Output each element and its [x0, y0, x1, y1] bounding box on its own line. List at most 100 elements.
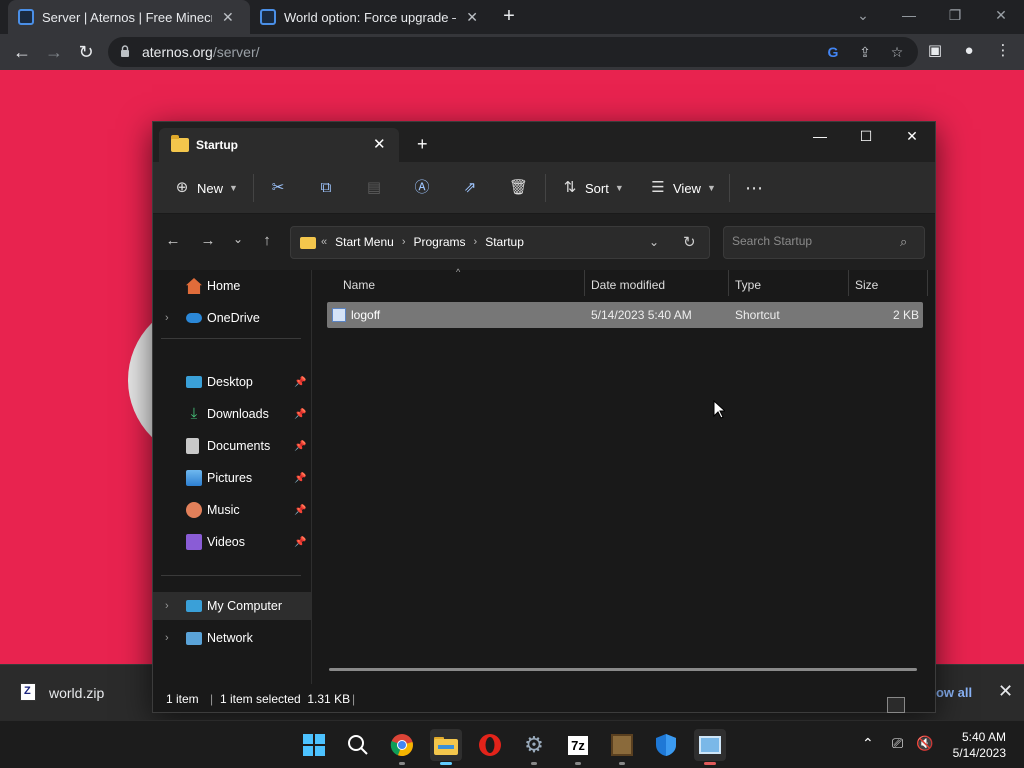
expand-chevron-icon[interactable]: › — [165, 600, 169, 612]
network-status-icon[interactable]: ⎚ — [892, 735, 903, 752]
explorer-close-button[interactable]: ✕ — [889, 122, 935, 152]
taskbar-minecraft[interactable] — [606, 729, 638, 765]
recent-locations-chevron-icon[interactable]: ⌄ — [228, 232, 248, 246]
large-icons-view-icon[interactable] — [887, 697, 905, 713]
restore-button[interactable]: ❐ — [932, 0, 978, 34]
shield-icon — [656, 734, 676, 756]
nav-item-music[interactable]: Music 📌 — [153, 496, 311, 524]
view-button[interactable]: ☰ View ▼ — [649, 176, 716, 200]
expand-chevron-icon[interactable]: › — [165, 632, 169, 644]
taskbar-7zip[interactable]: 7z — [562, 729, 594, 765]
tab-search-icon[interactable]: ⌄ — [840, 0, 886, 34]
pin-icon[interactable]: 📌 — [294, 473, 306, 484]
show-hidden-icons-chevron-icon[interactable]: ⌃ — [862, 735, 874, 752]
taskbar-opera[interactable] — [474, 729, 506, 761]
column-divider[interactable] — [848, 270, 849, 296]
taskbar-remote-app[interactable] — [694, 729, 726, 765]
column-header-date-modified[interactable]: Date modified — [591, 270, 665, 300]
horizontal-scrollbar[interactable] — [329, 668, 917, 671]
taskbar-search-button[interactable] — [342, 729, 374, 761]
column-header-type[interactable]: Type — [735, 270, 761, 300]
start-button[interactable] — [298, 729, 330, 761]
sort-button[interactable]: ⇅ Sort ▼ — [561, 176, 624, 200]
pane-divider[interactable] — [311, 270, 312, 684]
nav-item-my-computer[interactable]: › My Computer — [153, 592, 311, 620]
explorer-minimize-button[interactable]: — — [797, 122, 843, 152]
chevron-right-icon[interactable]: › — [474, 236, 478, 248]
nav-label: My Computer — [207, 599, 283, 613]
cut-button[interactable]: ✂ — [269, 176, 287, 200]
delete-button[interactable]: 🗑 — [509, 176, 528, 200]
breadcrumb-overflow[interactable]: « — [321, 236, 327, 248]
nav-item-network[interactable]: › Network — [153, 624, 311, 652]
forward-arrow-icon[interactable]: → — [198, 232, 218, 249]
explorer-search-box[interactable]: ⌕ — [723, 226, 925, 259]
up-arrow-icon[interactable]: ↑ — [257, 232, 277, 249]
pin-icon[interactable]: 📌 — [294, 505, 306, 516]
column-divider[interactable] — [927, 270, 928, 296]
share-button[interactable]: ⇗ — [461, 176, 479, 200]
close-window-button[interactable]: ✕ — [978, 0, 1024, 34]
profile-icon[interactable]: ● — [958, 40, 980, 62]
nav-item-onedrive[interactable]: › OneDrive — [153, 304, 311, 332]
back-button[interactable]: ← — [10, 40, 34, 64]
close-download-bar-icon[interactable]: ✕ — [998, 681, 1013, 702]
pin-icon[interactable]: 📌 — [294, 441, 306, 452]
share-icon[interactable]: ⇪ — [856, 43, 874, 61]
google-lens-icon[interactable]: G — [824, 43, 842, 61]
volume-muted-icon[interactable]: 🔇 — [916, 735, 933, 752]
copy-button[interactable]: ⧉ — [317, 176, 335, 200]
explorer-address-row: ← → ⌄ ↑ « Start Menu › Programs › Startu… — [153, 214, 935, 270]
explorer-new-tab-button[interactable]: + — [417, 134, 428, 155]
back-arrow-icon[interactable]: ← — [163, 232, 183, 249]
nav-item-desktop[interactable]: Desktop 📌 — [153, 368, 311, 396]
bookmark-star-icon[interactable]: ☆ — [888, 43, 906, 61]
taskbar-settings[interactable]: ⚙ — [518, 729, 550, 765]
paste-button[interactable]: ▤ — [365, 176, 383, 200]
system-clock[interactable]: 5:40 AM 5/14/2023 — [946, 729, 1006, 761]
nav-item-videos[interactable]: Videos 📌 — [153, 528, 311, 556]
address-dropdown-icon[interactable]: ⌄ — [649, 235, 659, 249]
menu-kebab-icon[interactable]: ⋮ — [992, 40, 1014, 62]
pin-icon[interactable]: 📌 — [294, 377, 306, 388]
side-panel-icon[interactable]: ▣ — [924, 40, 946, 62]
close-icon[interactable]: ✕ — [222, 9, 234, 26]
explorer-maximize-button[interactable]: ☐ — [843, 122, 889, 152]
address-bar[interactable]: aternos.org/server/ G ⇪ ☆ — [108, 37, 918, 67]
refresh-icon[interactable]: ↻ — [683, 233, 696, 251]
reload-button[interactable]: ↻ — [74, 40, 98, 64]
close-tab-icon[interactable]: ✕ — [373, 135, 386, 153]
breadcrumb-programs[interactable]: Programs — [414, 235, 466, 249]
search-input[interactable] — [732, 234, 892, 248]
column-header-name[interactable]: Name — [343, 270, 375, 300]
nav-item-downloads[interactable]: ⤓ Downloads 📌 — [153, 400, 311, 428]
taskbar-chrome[interactable] — [386, 729, 418, 765]
taskbar-file-explorer[interactable] — [430, 729, 462, 765]
column-header-size[interactable]: Size — [855, 270, 878, 300]
nav-item-documents[interactable]: Documents 📌 — [153, 432, 311, 460]
close-icon[interactable]: ✕ — [466, 9, 478, 26]
nav-item-home[interactable]: Home — [153, 272, 311, 300]
forward-button[interactable]: → — [42, 40, 66, 64]
breadcrumb-start-menu[interactable]: Start Menu — [335, 235, 394, 249]
rename-button[interactable]: Ⓐ — [413, 176, 431, 200]
browser-tab-aternos-server[interactable]: Server | Aternos | Free Minecraft ✕ — [8, 0, 250, 34]
expand-chevron-icon[interactable]: › — [165, 312, 169, 324]
chevron-right-icon[interactable]: › — [402, 236, 406, 248]
pin-icon[interactable]: 📌 — [294, 409, 306, 420]
taskbar-windows-security[interactable] — [650, 729, 682, 761]
column-divider[interactable] — [728, 270, 729, 296]
download-filename[interactable]: world.zip — [49, 685, 104, 701]
minimize-button[interactable]: — — [886, 0, 932, 34]
pin-icon[interactable]: 📌 — [294, 537, 306, 548]
new-button[interactable]: ⊕ New ▼ — [173, 176, 238, 200]
file-row[interactable]: logoff 5/14/2023 5:40 AM Shortcut 2 KB — [327, 302, 923, 328]
breadcrumb-startup[interactable]: Startup — [485, 235, 524, 249]
explorer-tab-startup[interactable]: Startup ✕ — [159, 128, 399, 162]
column-divider[interactable] — [584, 270, 585, 296]
explorer-address-bar[interactable]: « Start Menu › Programs › Startup ⌄ ↻ — [290, 226, 710, 259]
browser-tab-world-option[interactable]: World option: Force upgrade – A ✕ — [250, 0, 488, 34]
new-tab-button[interactable]: + — [499, 6, 519, 26]
nav-item-pictures[interactable]: Pictures 📌 — [153, 464, 311, 492]
see-more-button[interactable]: ⋯ — [745, 176, 763, 200]
